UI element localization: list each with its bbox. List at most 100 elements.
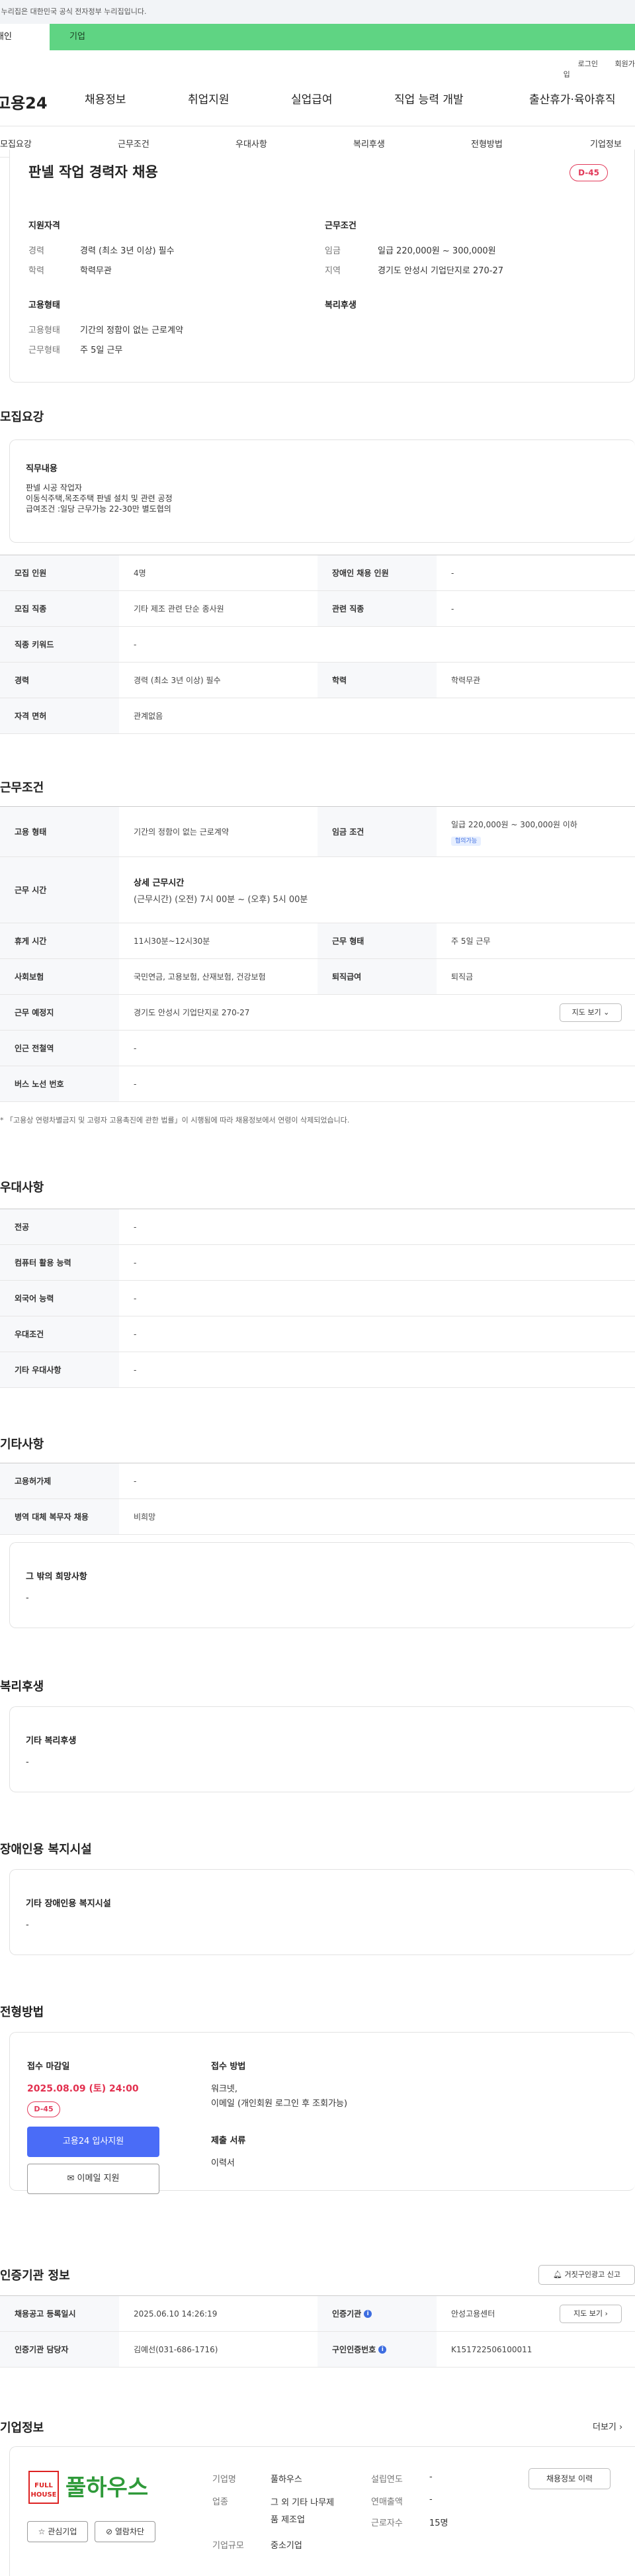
subnav-recruit[interactable]: 모집요강 <box>0 137 32 150</box>
cond-ins-value: 국민연금, 고용보험, 산재보험, 건강보험 <box>134 972 266 982</box>
cond-time-label: 근무 시간 <box>0 857 119 923</box>
others-mil-value: 비희망 <box>134 1512 156 1522</box>
cond-form-value: 주 5일 근무 <box>451 937 491 946</box>
star-icon: ☆ <box>38 2527 46 2536</box>
career-row-value: 경력 (최소 3년 이상) 필수 <box>134 676 221 685</box>
info-icon[interactable]: i <box>378 2345 387 2354</box>
facility-heading: 장애인용 복지시설 <box>0 1843 92 1857</box>
login-link[interactable]: 로그인 <box>578 60 598 68</box>
edu-row-label: 학력 <box>318 663 437 698</box>
nav-employment-support[interactable]: 취업지원 <box>188 90 230 107</box>
method-value-2: 이메일 (개인회원 로그인 후 조회가능) <box>211 2099 348 2109</box>
pref-pc-value: - <box>134 1258 137 1267</box>
job-label: 모집 직종 <box>0 591 119 626</box>
docs-value: 이력서 <box>211 2158 235 2168</box>
tab-company[interactable]: 기업 <box>69 24 85 50</box>
table-row: 직종 키워드 - <box>0 627 635 663</box>
cert-table: 채용공고 등록일시 2025.06.10 14:26:19 인증기관 i 안성고용… <box>0 2295 635 2368</box>
disabled-value: - <box>451 568 454 578</box>
signup-link[interactable]: 회원가입 <box>564 60 635 79</box>
pref-lang-value: - <box>134 1293 137 1303</box>
subnav-conditions[interactable]: 근무조건 <box>118 137 149 150</box>
duty-heading: 직무내용 <box>26 464 58 474</box>
wage-value: 일급 220,000원 ~ 300,000원 <box>378 246 496 256</box>
cert-mgr-value: 김예선(031-686-1716) <box>134 2345 218 2354</box>
others-mil-label: 병역 대체 복무자 채용 <box>0 1499 119 1534</box>
cond-emp-label: 고용 형태 <box>0 807 119 856</box>
work-value: 주 5일 근무 <box>80 345 123 355</box>
welfare-value: - <box>26 1757 29 1767</box>
company-year-label: 설립연도 <box>371 2475 403 2485</box>
subnav-preference[interactable]: 우대사항 <box>235 137 267 150</box>
company-emp-value: 15명 <box>429 2518 448 2528</box>
company-name-label: 기업명 <box>212 2475 236 2485</box>
cond-bus-value: - <box>134 1079 137 1089</box>
table-row: 근무 예정지 경기도 안성시 기업단지로 270-27 지도 보기 ⌄ <box>0 995 635 1031</box>
table-row: 우대조건 - <box>0 1316 635 1352</box>
disabled-label: 장애인 채용 인원 <box>318 555 437 590</box>
envelope-icon: ✉ <box>67 2174 75 2184</box>
block-icon: ⊘ <box>105 2527 113 2536</box>
rel-value: - <box>451 604 454 614</box>
subnav-selection[interactable]: 전형방법 <box>471 137 503 150</box>
duty-line-2: 이동식주택,목조주택 판넬 설치 및 관련 공정 <box>26 494 173 503</box>
nav-jobs[interactable]: 채용정보 <box>85 90 126 107</box>
table-row: 자격 면허 관계없음 <box>0 698 635 734</box>
apply-button[interactable]: 고용24 입사지원 <box>27 2127 159 2157</box>
nav-vocational-training[interactable]: 직업 능력 개발 <box>394 90 464 107</box>
cond-bus-label: 버스 노선 번호 <box>0 1066 119 1101</box>
false-ad-report-button[interactable]: 🔔︎ 거짓구인광고 신고 <box>538 2265 635 2285</box>
conditions-table: 고용 형태 기간의 정함이 없는 근로계약 임금 조건 일급 220,000원 … <box>0 806 635 1102</box>
cond-subway-label: 인근 전철역 <box>0 1031 119 1066</box>
audience-tabs: 개인 기업 <box>0 24 635 50</box>
table-row: 고용허가제 - <box>0 1463 635 1499</box>
duty-card: 직무내용 판넬 시공 작업자 이동식주택,목조주택 판넬 설치 및 관련 공정 … <box>9 439 635 543</box>
cond-place-value: 경기도 안성시 기업단지로 270-27 <box>134 1008 250 1017</box>
company-more-link[interactable]: 더보기 › <box>593 2420 622 2432</box>
chevron-right-icon: › <box>605 2309 608 2318</box>
pref-pc-label: 컴퓨터 활용 능력 <box>0 1245 119 1280</box>
cert-no-label-cell: 구인인증번호 i <box>318 2332 437 2367</box>
cond-emp-value: 기간의 정함이 없는 근로계약 <box>134 827 229 837</box>
cond-wage-label: 임금 조건 <box>318 807 437 856</box>
bell-icon: 🔔︎ <box>553 2270 562 2279</box>
company-industry-value: 그 외 기타 나무제 품 제조업 <box>271 2495 334 2529</box>
house-icon: FULL HOUSE <box>28 2471 59 2504</box>
table-row: 모집 직종 기타 제조 관련 단순 종사원 관련 직종 - <box>0 591 635 627</box>
duty-line-3: 급여조건 :일당 근무가능 22-30만 별도협의 <box>26 504 171 514</box>
main-nav: 고용24 채용정보 취업지원 실업급여 직업 능력 개발 출산휴가·육아휴직 <box>0 87 635 119</box>
site-logo[interactable]: 고용24 <box>0 90 48 113</box>
career-value: 경력 (최소 3년 이상) 필수 <box>80 246 175 256</box>
map-view-button[interactable]: 지도 보기 ⌄ <box>560 1003 622 1022</box>
nav-parental-leave[interactable]: 출산휴가·육아휴직 <box>529 90 616 107</box>
cond-break-label: 휴게 시간 <box>0 923 119 958</box>
emp-label: 고용형태 <box>28 326 60 336</box>
favorite-company-button[interactable]: ☆ 관심기업 <box>27 2521 88 2542</box>
pref-cond-value: - <box>134 1329 137 1339</box>
table-row: 전공 - <box>0 1209 635 1245</box>
pref-cond-label: 우대조건 <box>0 1316 119 1352</box>
pref-lang-label: 외국어 능력 <box>0 1281 119 1316</box>
false-ad-report-label: 거짓구인광고 신고 <box>564 2270 620 2279</box>
recruit-heading: 모집요강 <box>0 410 44 424</box>
cert-heading: 인증기관 정보 <box>0 2269 70 2283</box>
util-links: 로그인 회원가입 <box>564 58 635 79</box>
pref-major-value: - <box>134 1222 137 1232</box>
cert-map-button[interactable]: 지도 보기 › <box>560 2305 622 2323</box>
table-row: 인근 전철역 - <box>0 1031 635 1066</box>
license-label: 자격 면허 <box>0 698 119 733</box>
tab-person[interactable]: 개인 <box>0 24 50 50</box>
subnav-welfare[interactable]: 복리후생 <box>353 137 385 150</box>
info-icon[interactable]: i <box>364 2309 372 2318</box>
welfare-sub-heading: 기타 복리후생 <box>26 1736 77 1746</box>
cert-no-label: 구인인증번호 <box>332 2345 376 2354</box>
nav-unemployment-benefit[interactable]: 실업급여 <box>291 90 333 107</box>
company-sales-label: 연매출액 <box>371 2497 403 2507</box>
history-button[interactable]: 채용정보 이력 <box>529 2468 611 2489</box>
subnav-company[interactable]: 기업정보 <box>590 137 622 150</box>
company-heading: 기업정보 <box>0 2421 44 2435</box>
block-view-button[interactable]: ⊘ 열람차단 <box>95 2521 155 2542</box>
email-apply-button[interactable]: ✉ 이메일 지원 <box>27 2164 159 2194</box>
cond-sev-label: 퇴직급여 <box>318 959 437 994</box>
wage-label: 임금 <box>325 246 341 256</box>
